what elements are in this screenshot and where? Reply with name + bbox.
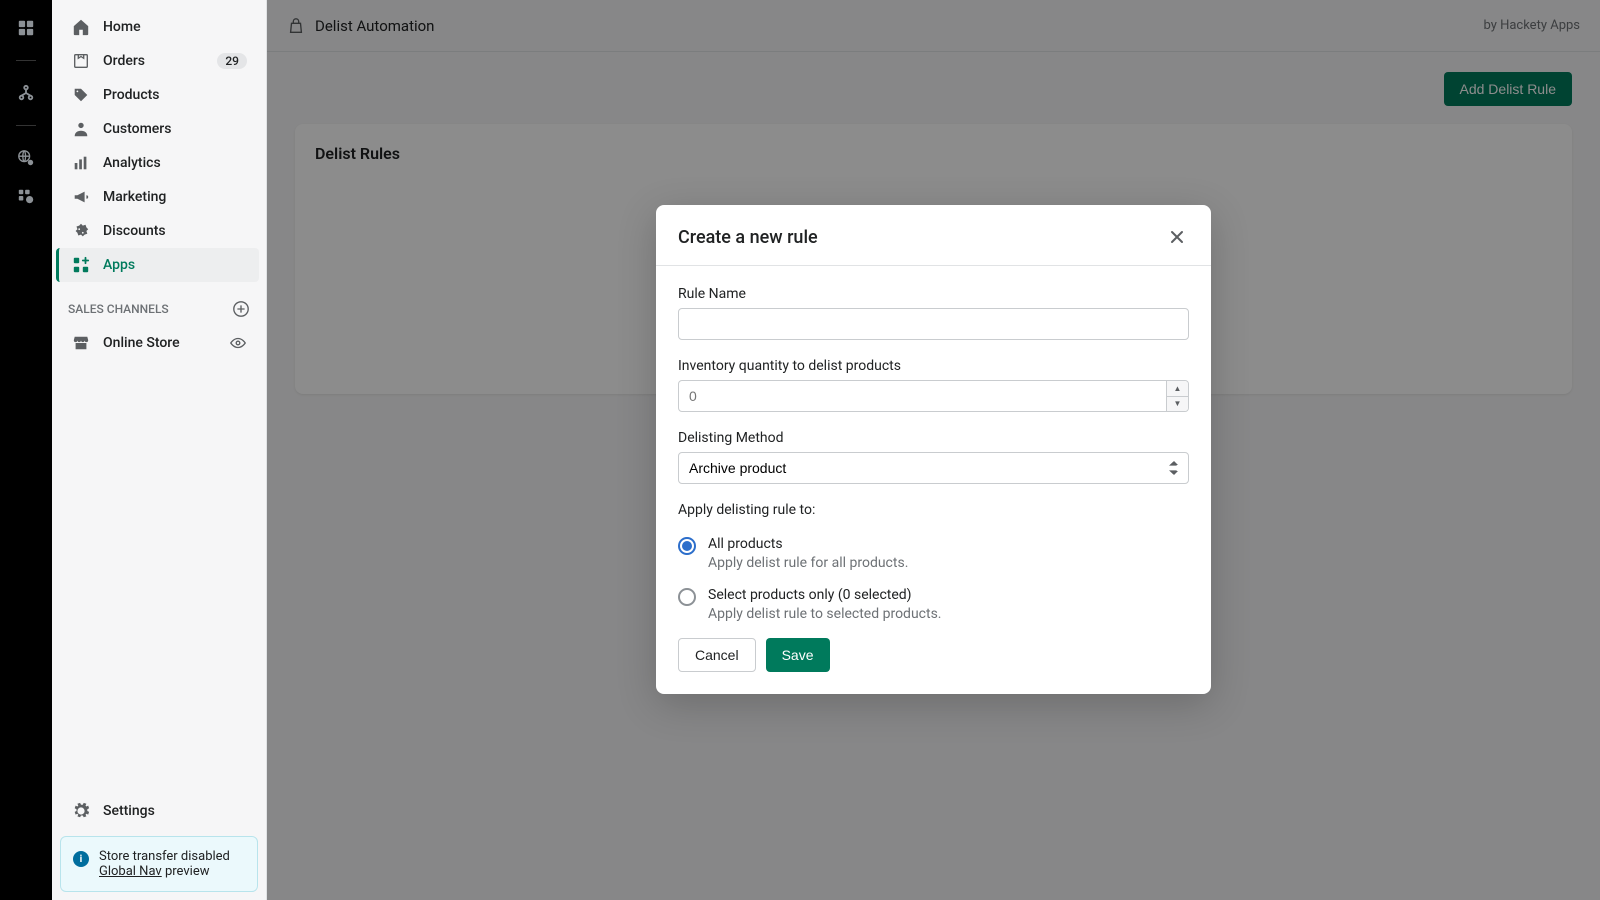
rail-branch-icon[interactable] (16, 83, 36, 103)
apps-icon (71, 255, 91, 275)
info-text: Store transfer disabled Global Nav previ… (99, 849, 230, 879)
sidebar-item-analytics[interactable]: Analytics (59, 146, 259, 180)
sidebar-item-products[interactable]: Products (59, 78, 259, 112)
gear-icon (71, 801, 91, 821)
sidebar-item-label: Analytics (103, 155, 161, 171)
radio-all-products[interactable]: All products Apply delist rule for all p… (678, 536, 1189, 571)
sidebar-item-label: Home (103, 19, 141, 35)
sidebar-item-label: Customers (103, 121, 171, 137)
analytics-icon (71, 153, 91, 173)
radio-indicator (678, 588, 696, 606)
info-card: i Store transfer disabled Global Nav pre… (60, 836, 258, 892)
info-icon: i (73, 851, 89, 867)
rail-globe-gear-icon[interactable] (16, 148, 36, 168)
radio-select-products[interactable]: Select products only (0 selected) Apply … (678, 587, 1189, 622)
radio-label: Select products only (0 selected) (708, 587, 1189, 603)
qty-input[interactable] (678, 380, 1189, 412)
tag-icon (71, 85, 91, 105)
apply-label: Apply delisting rule to: (678, 502, 1189, 518)
sidebar-item-marketing[interactable]: Marketing (59, 180, 259, 214)
add-channel-icon[interactable] (232, 300, 250, 318)
sidebar-item-label: Apps (103, 257, 135, 273)
qty-step-down[interactable]: ▼ (1167, 397, 1188, 412)
rail-dashboard-icon[interactable] (16, 18, 36, 38)
sidebar-item-orders[interactable]: Orders 29 (59, 44, 259, 78)
eye-icon[interactable] (229, 334, 247, 352)
person-icon (71, 119, 91, 139)
home-icon (71, 17, 91, 37)
sidebar-item-apps[interactable]: Apps (56, 248, 259, 282)
sidebar-section-channels: SALES CHANNELS (52, 282, 266, 326)
qty-step-up[interactable]: ▲ (1167, 381, 1188, 397)
discount-icon (71, 221, 91, 241)
sidebar-item-label: Marketing (103, 189, 166, 205)
save-button[interactable]: Save (766, 638, 830, 672)
sidebar-item-label: Online Store (103, 335, 180, 351)
sidebar-item-label: Orders (103, 53, 145, 69)
method-label: Delisting Method (678, 430, 1189, 446)
rail-divider (16, 125, 36, 126)
rail-apps-gear-icon[interactable] (16, 186, 36, 206)
qty-label: Inventory quantity to delist products (678, 358, 1189, 374)
close-icon[interactable] (1165, 225, 1189, 249)
radio-label: All products (708, 536, 1189, 552)
store-icon (71, 333, 91, 353)
sidebar-item-online-store[interactable]: Online Store (59, 326, 259, 360)
method-select[interactable] (678, 452, 1189, 484)
modal-title: Create a new rule (678, 227, 818, 248)
megaphone-icon (71, 187, 91, 207)
cancel-button[interactable]: Cancel (678, 638, 756, 672)
rail-divider (16, 60, 36, 61)
sidebar-item-home[interactable]: Home (59, 10, 259, 44)
orders-icon (71, 51, 91, 71)
create-rule-modal: Create a new rule Rule Name Inventory qu… (656, 205, 1211, 694)
sidebar-item-discounts[interactable]: Discounts (59, 214, 259, 248)
sidebar-item-label: Products (103, 87, 160, 103)
left-rail (0, 0, 52, 900)
sidebar-item-label: Discounts (103, 223, 166, 239)
sidebar-item-settings[interactable]: Settings (59, 794, 259, 828)
sidebar-item-customers[interactable]: Customers (59, 112, 259, 146)
rule-name-label: Rule Name (678, 286, 1189, 302)
modal-overlay[interactable]: Create a new rule Rule Name Inventory qu… (267, 0, 1600, 900)
global-nav-link[interactable]: Global Nav (99, 864, 162, 879)
sidebar: Home Orders 29 Products Customers Analyt… (52, 0, 267, 900)
radio-desc: Apply delist rule for all products. (708, 555, 1189, 571)
sidebar-item-label: Settings (103, 803, 155, 819)
radio-indicator (678, 537, 696, 555)
radio-desc: Apply delist rule to selected products. (708, 606, 1189, 622)
orders-badge: 29 (217, 53, 247, 69)
rule-name-input[interactable] (678, 308, 1189, 340)
section-label: SALES CHANNELS (68, 302, 169, 316)
main: Delist Automation by Hackety Apps Add De… (267, 0, 1600, 900)
